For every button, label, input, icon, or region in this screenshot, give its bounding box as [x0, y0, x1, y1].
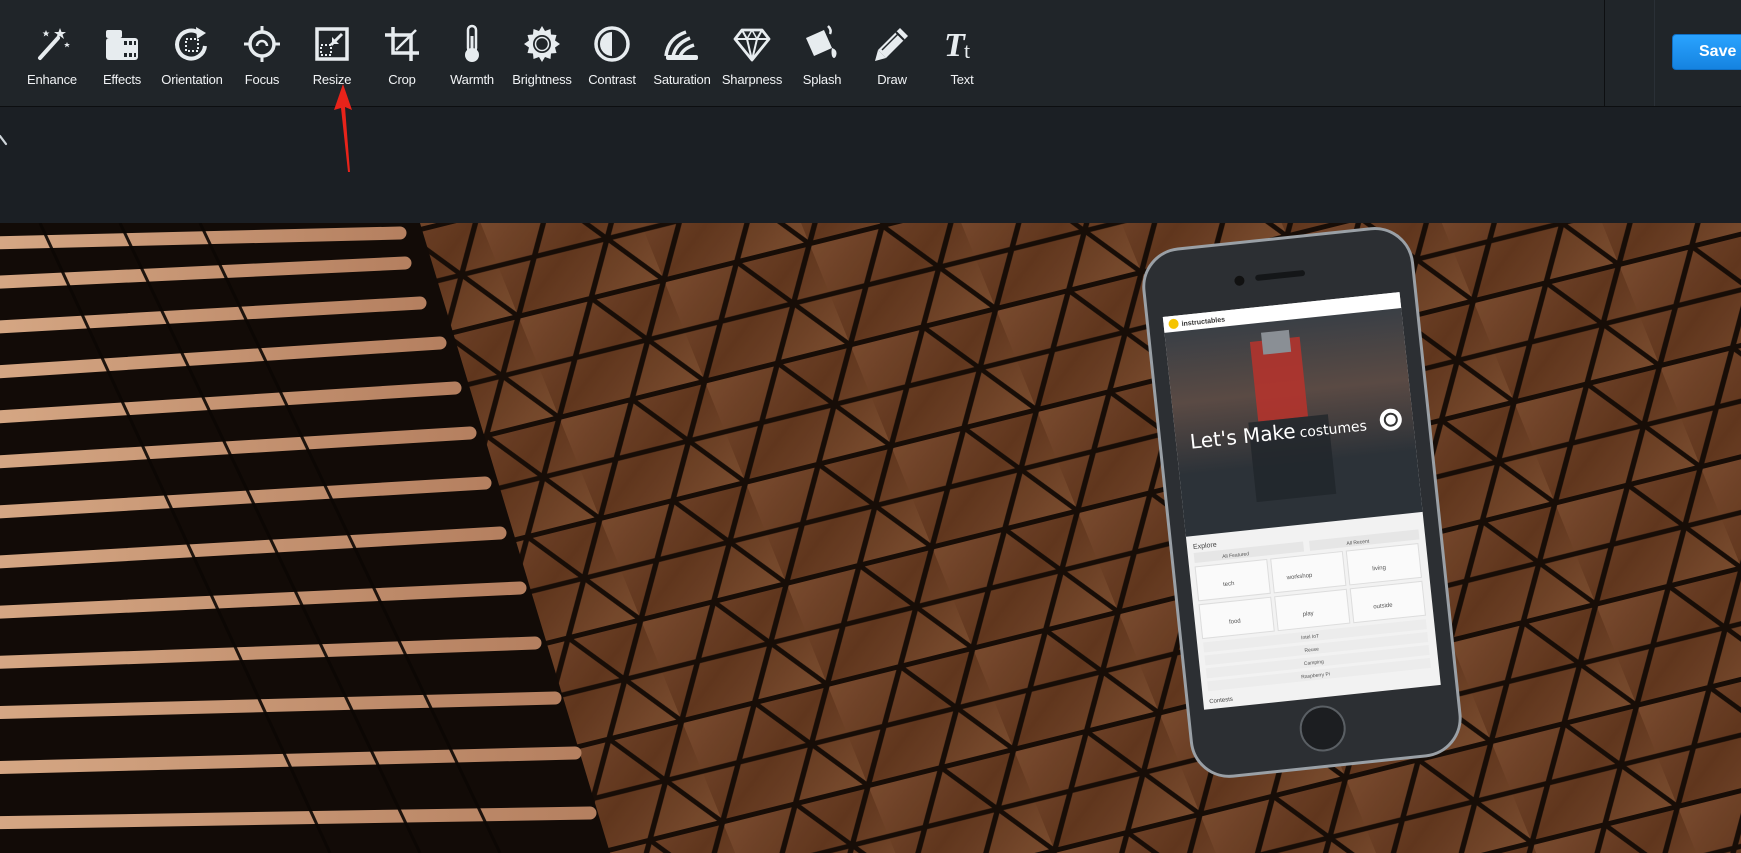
text-icon: Tt — [940, 22, 984, 66]
tool-crop[interactable]: Crop — [367, 0, 437, 106]
tool-label: Orientation — [161, 72, 223, 87]
tool-sharpness[interactable]: Sharpness — [717, 0, 787, 106]
tool-label: Brightness — [512, 72, 572, 87]
diamond-icon — [730, 22, 774, 66]
rotate-icon — [170, 22, 214, 66]
tool-focus[interactable]: Focus — [227, 0, 297, 106]
save-button[interactable]: Save — [1672, 34, 1741, 70]
editor-toolbar: Enhance Effects Orientation Focus Resize — [0, 0, 1741, 107]
tool-label: Text — [950, 72, 974, 87]
tool-text[interactable]: Tt Text — [927, 0, 997, 106]
pencil-icon — [870, 22, 914, 66]
magic-wand-icon — [30, 22, 74, 66]
svg-text:tech: tech — [1223, 581, 1235, 588]
tool-effects[interactable]: Effects — [87, 0, 157, 106]
tool-orientation[interactable]: Orientation — [157, 0, 227, 106]
paint-bucket-icon — [800, 22, 844, 66]
tool-draw[interactable]: Draw — [857, 0, 927, 106]
tool-enhance[interactable]: Enhance — [17, 0, 87, 106]
tool-warmth[interactable]: Warmth — [437, 0, 507, 106]
tool-contrast[interactable]: Contrast — [577, 0, 647, 106]
tool-label: Sharpness — [721, 72, 783, 87]
tool-brightness[interactable]: Brightness — [507, 0, 577, 106]
tool-label: Contrast — [588, 72, 636, 87]
svg-text:food: food — [1229, 619, 1241, 626]
options-bar — [0, 107, 1741, 223]
tool-label: Focus — [244, 72, 280, 87]
tool-list: Enhance Effects Orientation Focus Resize — [17, 0, 997, 106]
svg-text:T: T — [944, 27, 966, 64]
tool-label: Crop — [388, 72, 416, 87]
film-icon — [100, 22, 144, 66]
tool-label: Warmth — [450, 72, 494, 87]
tool-splash[interactable]: Splash — [787, 0, 857, 106]
thermometer-icon — [450, 22, 494, 66]
tool-label: Saturation — [653, 72, 711, 87]
annotation-arrow — [334, 84, 352, 172]
phone-mockup: instructables Let's Make costumes Explor… — [1142, 227, 1462, 778]
focus-icon — [240, 22, 284, 66]
tool-saturation[interactable]: Saturation — [647, 0, 717, 106]
resize-icon — [310, 22, 354, 66]
sun-icon — [520, 22, 564, 66]
toolbar-divider — [1604, 0, 1605, 106]
svg-text:t: t — [964, 38, 970, 63]
svg-text:play: play — [1302, 611, 1314, 618]
image-canvas[interactable]: instructables Let's Make costumes Explor… — [0, 223, 1741, 853]
tool-label: Splash — [802, 72, 842, 87]
crop-icon — [380, 22, 424, 66]
tool-label: Effects — [102, 72, 142, 87]
tool-label: Enhance — [27, 72, 77, 87]
saturation-icon — [660, 22, 704, 66]
photo: instructables Let's Make costumes Explor… — [0, 223, 1741, 853]
tool-label: Draw — [877, 72, 907, 87]
toolbar-divider — [1654, 0, 1655, 106]
contrast-icon — [590, 22, 634, 66]
chevron-left-icon[interactable] — [0, 132, 8, 146]
